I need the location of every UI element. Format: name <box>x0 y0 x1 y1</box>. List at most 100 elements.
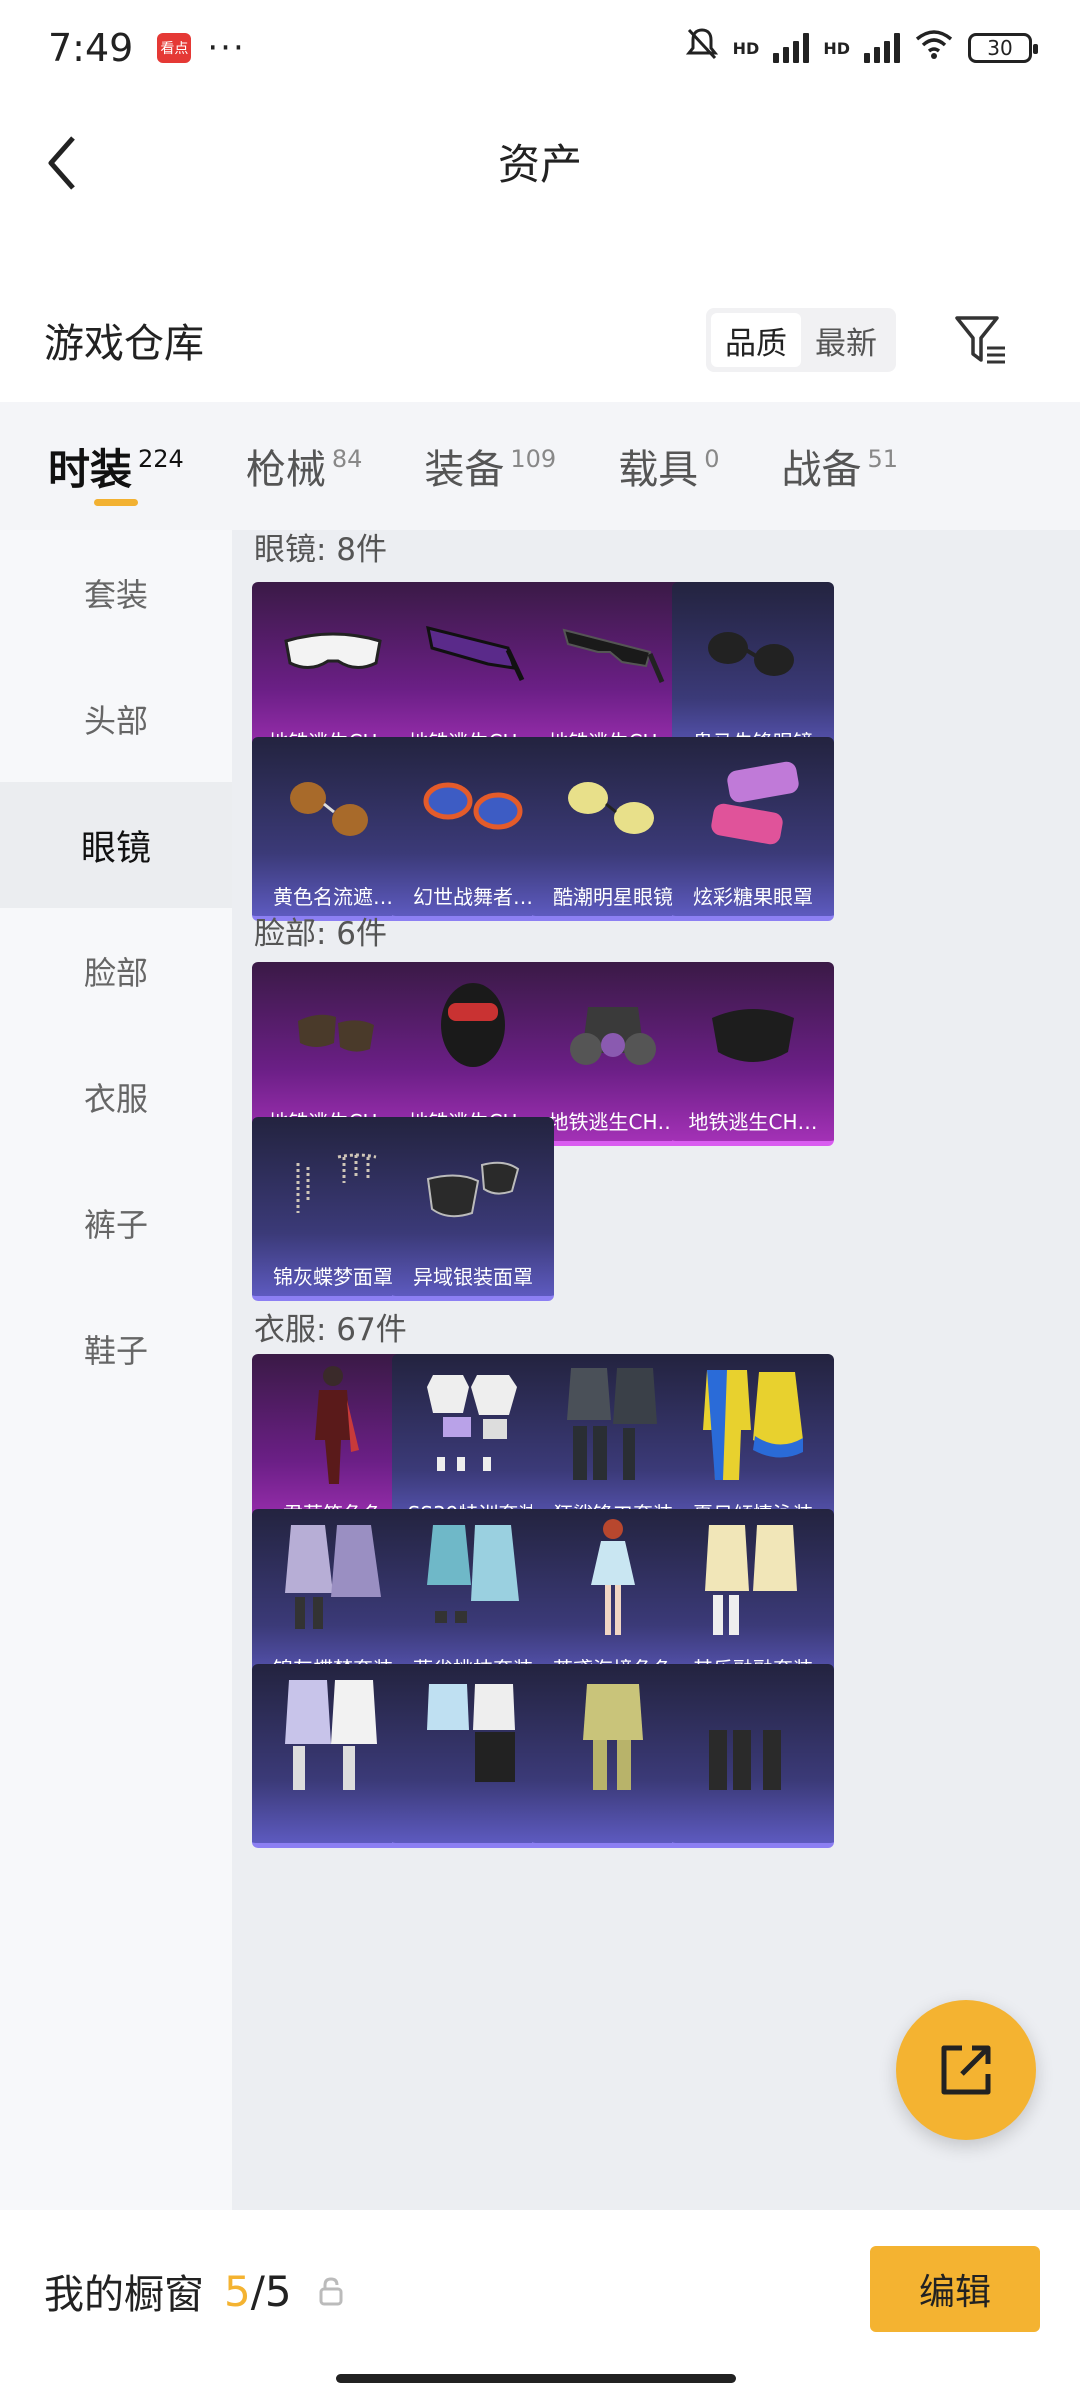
status-bar: 7:49 看点 ··· HD HD 30 <box>0 0 1080 96</box>
section-title-clothes: 衣服: 67件 <box>254 1312 407 1348</box>
candy-eyemask-icon <box>672 737 834 879</box>
item-card[interactable] <box>392 1664 554 1848</box>
back-button[interactable] <box>30 128 94 198</box>
mirror-glasses-icon <box>392 737 554 879</box>
sidebar-item-suit[interactable]: 套装 <box>0 530 232 656</box>
outfit-set-icon <box>672 1664 834 1806</box>
tab-supplies[interactable]: 战备 51 <box>781 402 898 530</box>
app-header: 资产 <box>0 96 1080 226</box>
aviator-glasses-icon <box>252 737 414 879</box>
item-card[interactable]: 幻世战舞者… <box>392 737 554 921</box>
edit-button[interactable]: 编辑 <box>870 2246 1040 2332</box>
character-figure-icon <box>252 1354 414 1496</box>
item-name: 地铁逃生CH… <box>688 1109 818 1134</box>
tab-equipment[interactable]: 装备 109 <box>424 402 556 530</box>
item-name: 酷潮明星眼镜 <box>553 884 673 909</box>
tab-count: 224 <box>138 445 184 473</box>
item-card[interactable]: 锦灰蝶梦面罩 <box>252 1117 414 1301</box>
face-mask-icon <box>252 962 414 1104</box>
swimsuit-icon <box>672 1354 834 1496</box>
sunglasses-icon <box>532 582 694 724</box>
category-sidebar: 套装 头部 眼镜 脸部 衣服 裤子 鞋子 <box>0 530 232 2210</box>
item-name: 幻世战舞者… <box>413 884 533 909</box>
item-name: 地铁逃生CH… <box>548 1109 678 1134</box>
signal-icon-2 <box>864 33 900 63</box>
filter-button[interactable] <box>946 305 1016 375</box>
outfit-set-icon <box>252 1509 414 1651</box>
item-card[interactable]: 异域银装面罩 <box>392 1117 554 1301</box>
lock-icon <box>318 2276 344 2306</box>
warehouse-title: 游戏仓库 <box>44 321 204 367</box>
sort-by-quality-button[interactable]: 品质 <box>711 313 801 367</box>
page-title: 资产 <box>497 139 582 189</box>
tab-count: 51 <box>867 445 899 473</box>
tab-label: 载具 <box>618 447 699 493</box>
item-grid: 眼镜: 8件 地铁逃生CH… 地铁逃生CH… 地铁逃生CH… 鬼马先锋眼镜 黄色… <box>232 530 1080 2210</box>
item-card[interactable] <box>532 1664 694 1848</box>
gas-mask-icon <box>532 962 694 1104</box>
outfit-set-icon <box>532 1664 694 1806</box>
tab-weapons[interactable]: 枪械 84 <box>246 402 363 530</box>
tab-fashion[interactable]: 时装 224 <box>48 402 184 530</box>
sidebar-item-shoes[interactable]: 鞋子 <box>0 1286 232 1412</box>
battery-icon: 30 <box>968 33 1038 63</box>
category-tabs: 时装 224 枪械 84 装备 109 载具 0 战备 51 <box>0 402 1080 530</box>
outfit-set-icon <box>252 1664 414 1806</box>
home-indicator[interactable] <box>336 2374 736 2383</box>
outfit-set-icon <box>392 1354 554 1496</box>
sidebar-item-clothes[interactable]: 衣服 <box>0 1034 232 1160</box>
item-card[interactable] <box>252 1664 414 1848</box>
tab-vehicles[interactable]: 载具 0 <box>618 402 719 530</box>
character-figure-icon <box>532 1509 694 1651</box>
signal-icon <box>773 33 810 63</box>
item-name: 异域银装面罩 <box>413 1264 533 1289</box>
tab-label: 装备 <box>424 447 505 493</box>
sunglasses-icon <box>672 582 834 724</box>
tab-count: 84 <box>331 445 363 473</box>
mute-icon <box>685 26 719 71</box>
item-name: 锦灰蝶梦面罩 <box>273 1264 393 1289</box>
showcase-current-count: 5 <box>224 2266 251 2316</box>
outfit-set-icon <box>392 1664 554 1806</box>
external-link-icon <box>941 2045 991 2095</box>
sort-toggle: 品质 最新 <box>706 308 896 372</box>
item-card[interactable]: 酷潮明星眼镜 <box>532 737 694 921</box>
hd-label-2: HD <box>823 38 850 58</box>
wifi-icon <box>914 28 954 69</box>
sidebar-item-head[interactable]: 头部 <box>0 656 232 782</box>
goggles-icon <box>252 582 414 724</box>
warehouse-header: 游戏仓库 品质 最新 <box>0 280 1080 400</box>
sidebar-item-face[interactable]: 脸部 <box>0 908 232 1034</box>
showcase-info: 我的橱窗 5 / 5 <box>44 2262 344 2320</box>
outfit-set-icon <box>392 1509 554 1651</box>
app-notification-icon: 看点 <box>157 33 192 63</box>
tab-label: 战备 <box>781 447 862 493</box>
item-card[interactable]: 地铁逃生CH… <box>672 962 834 1146</box>
showcase-label: 我的橱窗 <box>44 2272 204 2318</box>
item-card[interactable] <box>672 1664 834 1848</box>
chain-mask-icon <box>252 1117 414 1259</box>
item-card[interactable]: 地铁逃生CH… <box>532 962 694 1146</box>
section-title-glasses: 眼镜: 8件 <box>254 532 388 568</box>
balaclava-icon <box>392 962 554 1104</box>
showcase-separator: / <box>250 2266 265 2316</box>
showcase-total-count: 5 <box>264 2266 292 2316</box>
status-time: 7:49 <box>48 26 134 70</box>
outfit-set-icon <box>672 1509 834 1651</box>
share-button[interactable] <box>896 2000 1036 2140</box>
sidebar-item-pants[interactable]: 裤子 <box>0 1160 232 1286</box>
section-title-face: 脸部: 6件 <box>254 916 388 952</box>
item-name: 炫彩糖果眼罩 <box>693 884 813 909</box>
more-notifications-icon: ··· <box>207 28 246 68</box>
tab-label: 时装 <box>48 444 133 494</box>
item-card[interactable]: 黄色名流遮… <box>252 737 414 921</box>
tab-count: 0 <box>704 445 720 473</box>
showcase-bar: 我的橱窗 5 / 5 编辑 <box>0 2210 1080 2400</box>
hd-label: HD <box>732 38 760 58</box>
outfit-set-icon <box>532 1354 694 1496</box>
battery-level: 30 <box>987 36 1013 60</box>
sidebar-item-glasses[interactable]: 眼镜 <box>0 782 232 908</box>
filter-icon <box>955 316 1005 364</box>
sort-by-latest-button[interactable]: 最新 <box>801 313 891 367</box>
item-card[interactable]: 炫彩糖果眼罩 <box>672 737 834 921</box>
